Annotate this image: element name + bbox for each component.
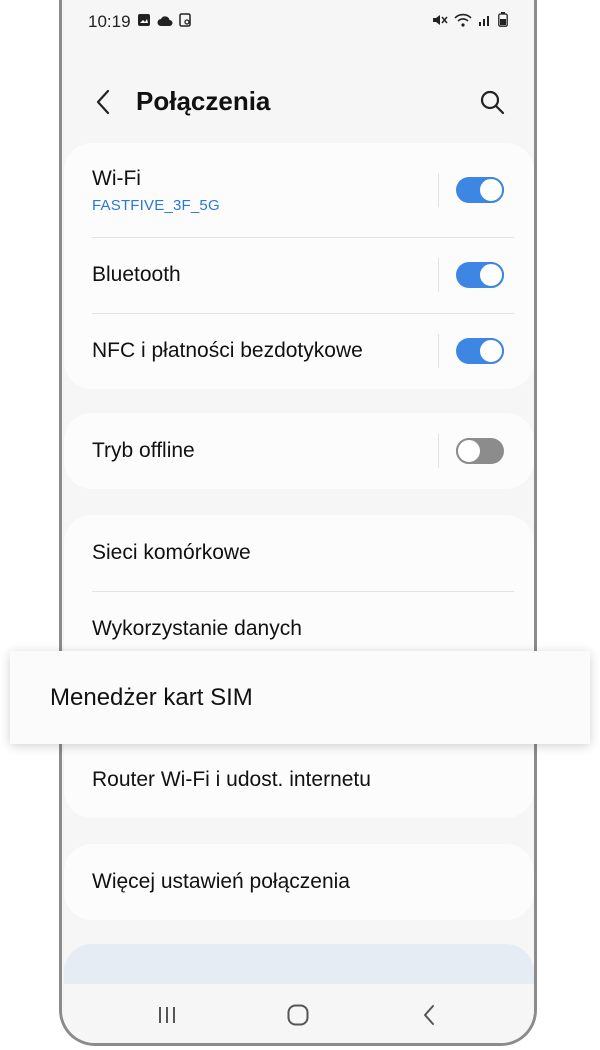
page-title: Połączenia — [136, 86, 271, 116]
wifi-network-name: FASTFIVE_3F_5G — [92, 196, 220, 214]
cloud-icon — [157, 12, 173, 32]
home-icon — [287, 1004, 309, 1026]
recents-icon — [159, 1007, 176, 1023]
nfc-toggle[interactable] — [456, 338, 504, 364]
more-connection-settings-row[interactable]: Więcej ustawień połączenia — [64, 844, 534, 920]
status-time: 10:19 — [88, 12, 131, 31]
navigation-bar — [62, 984, 534, 1043]
sim-card-manager-item[interactable]: Menedżer kart SIM — [10, 651, 590, 744]
data-usage-label: Wykorzystanie danych — [92, 617, 302, 640]
nfc-label: NFC i płatności bezdotykowe — [92, 339, 363, 362]
screenshot-icon — [178, 12, 192, 32]
bluetooth-row[interactable]: Bluetooth — [64, 237, 534, 313]
wifi-toggle-wrap — [438, 173, 504, 207]
status-bar: 10:19 — [62, 0, 534, 44]
signal-icon — [478, 12, 492, 32]
divider — [438, 173, 439, 207]
mobile-networks-row[interactable]: Sieci komórkowe — [64, 515, 534, 591]
nfc-toggle-wrap — [438, 334, 504, 368]
airplane-mode-toggle[interactable] — [456, 438, 504, 464]
divider — [438, 258, 439, 292]
divider — [438, 434, 439, 468]
airplane-mode-label: Tryb offline — [92, 439, 195, 462]
status-left: 10:19 — [88, 12, 192, 32]
search-button[interactable] — [476, 86, 508, 118]
app-header: Połączenia — [62, 74, 534, 130]
airplane-mode-row[interactable]: Tryb offline — [64, 413, 534, 489]
recents-button[interactable] — [137, 995, 197, 1035]
more-connection-settings-label: Więcej ustawień połączenia — [92, 870, 350, 893]
offline-group: Tryb offline — [64, 413, 534, 489]
back-icon — [423, 1005, 434, 1025]
bluetooth-label: Bluetooth — [92, 263, 181, 286]
bluetooth-toggle[interactable] — [456, 262, 504, 288]
wifi-label: Wi-Fi — [92, 166, 141, 190]
chevron-left-icon — [96, 89, 110, 115]
battery-icon — [498, 12, 508, 32]
mute-icon — [432, 12, 448, 32]
airplane-toggle-wrap — [438, 434, 504, 468]
bluetooth-toggle-wrap — [438, 258, 504, 292]
nav-back-button[interactable] — [399, 995, 459, 1035]
search-icon — [480, 90, 505, 115]
more-settings-group: Więcej ustawień połączenia — [64, 844, 534, 920]
hotspot-row[interactable]: Router Wi-Fi i udost. internetu — [64, 742, 534, 818]
wifi-toggle[interactable] — [456, 177, 504, 203]
home-button[interactable] — [268, 995, 328, 1035]
nfc-row[interactable]: NFC i płatności bezdotykowe — [64, 313, 534, 389]
phone-frame: 10:19 Połączenia Wi-Fi FASTFIVE_3F_5G Bl… — [59, 0, 537, 1046]
connections-group: Wi-Fi FASTFIVE_3F_5G Bluetooth NFC i pła… — [64, 143, 534, 389]
mobile-networks-label: Sieci komórkowe — [92, 541, 251, 564]
back-button[interactable] — [88, 86, 120, 118]
status-right — [432, 12, 508, 32]
sim-card-manager-label: Menedżer kart SIM — [50, 683, 253, 711]
wifi-icon — [454, 12, 472, 32]
divider — [438, 334, 439, 368]
wifi-row[interactable]: Wi-Fi FASTFIVE_3F_5G — [64, 143, 534, 237]
hotspot-label: Router Wi-Fi i udost. internetu — [92, 768, 371, 791]
gallery-icon — [137, 12, 151, 32]
